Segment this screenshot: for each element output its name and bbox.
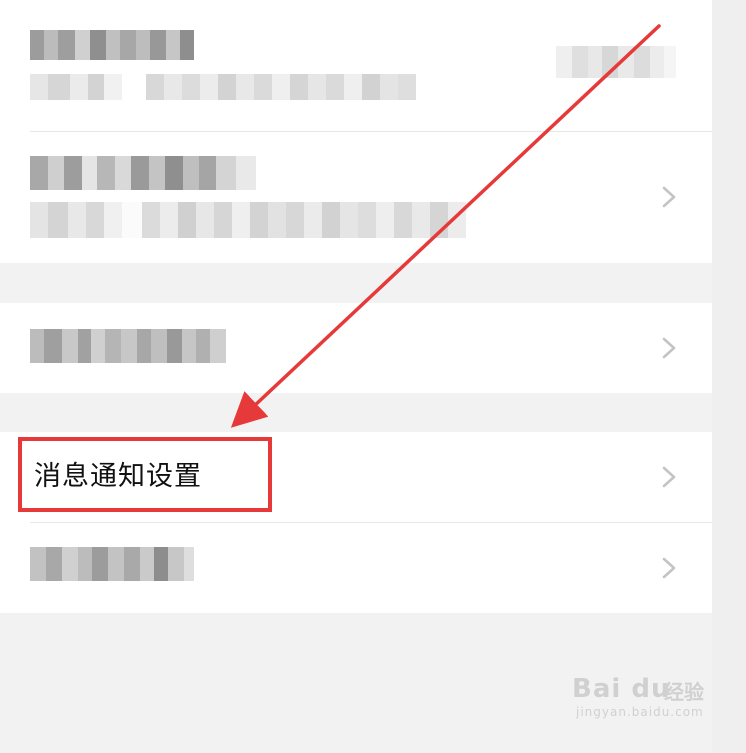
chevron-right-icon: [662, 466, 676, 488]
watermark-brand: Bai du: [572, 674, 671, 704]
redacted-account-title: [30, 30, 194, 60]
chevron-right-icon: [662, 186, 676, 208]
watermark-suffix: 经验: [664, 680, 704, 704]
highlight-box: [18, 437, 272, 512]
chevron-right-icon: [662, 557, 676, 579]
settings-row-account[interactable]: [0, 0, 712, 132]
settings-group-account: [0, 0, 712, 263]
redacted-profile-title: [30, 156, 257, 190]
watermark-url: jingyan.baidu.com: [576, 705, 704, 719]
baidu-jingyan-watermark: Bai du 经验 jingyan.baidu.com: [572, 674, 712, 720]
chevron-right-icon: [662, 337, 676, 359]
redacted-account-subtitle: [30, 74, 420, 100]
redacted-bottom-title: [30, 547, 194, 581]
settings-row-redacted[interactable]: [0, 303, 712, 393]
settings-row-profile[interactable]: [0, 132, 712, 263]
right-margin-strip: [712, 0, 746, 753]
redacted-row-title: [30, 329, 227, 363]
settings-page: 消息通知设置 Bai du 经验 jingyan.baidu.com: [0, 0, 746, 753]
redacted-account-value: [556, 46, 676, 78]
settings-row-redacted-bottom[interactable]: [0, 523, 712, 613]
redacted-profile-subtitle: [30, 202, 470, 238]
settings-group-middle: [0, 303, 712, 393]
